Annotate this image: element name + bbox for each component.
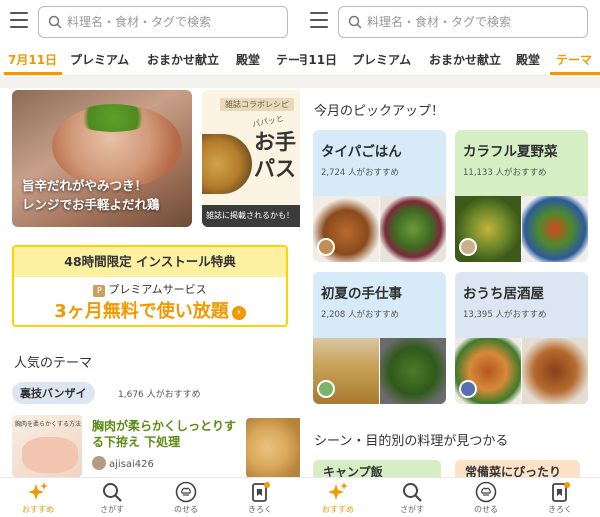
tab-hall-of-fame[interactable]: 殿堂 (236, 51, 260, 68)
hero-banner[interactable]: 旨辛だれがやみつき！ レンジでお手軽よだれ鶏 (12, 90, 192, 227)
tab-hall-of-fame[interactable]: 殿堂 (516, 51, 540, 68)
bookmark-icon (252, 482, 270, 502)
search-box[interactable] (38, 6, 288, 38)
theme-card-header: おうち居酒屋 13,395 人がおすすめ (455, 272, 588, 338)
active-tab-indicator (550, 72, 600, 75)
avatar (92, 456, 106, 470)
section-gap (300, 76, 600, 88)
chicken-image (22, 437, 78, 473)
pasta-image (202, 134, 252, 194)
theme-card-summer-vegetables[interactable]: カラフル夏野菜 11,133 人がおすすめ (455, 130, 588, 262)
search-box[interactable] (338, 6, 588, 38)
sparkle-icon (328, 482, 348, 500)
recipe-author[interactable]: ajisai426 (92, 456, 154, 470)
bottom-navigation: おすすめ さがす のせる きろく (0, 477, 300, 517)
theme-chip[interactable]: 裏技バンザイ (12, 382, 95, 404)
tab-today[interactable]: 7月11日 (300, 51, 337, 68)
promo-main-text: 3ヶ月無料で使い放題 › (14, 297, 286, 323)
install-promo-banner[interactable]: 48時間限定 インストール特典 P プレミアムサービス 3ヶ月無料で使い放題 › (12, 245, 288, 327)
tab-premium[interactable]: プレミアム (352, 51, 411, 68)
scene-card-jobisai[interactable]: 常備菜にぴったり (455, 460, 580, 477)
nav-search[interactable]: さがす (82, 481, 142, 515)
theme-card-photos (455, 196, 588, 262)
avatar (317, 380, 335, 398)
top-bar (0, 0, 300, 44)
recipe-thumbnail-2[interactable] (246, 418, 300, 478)
category-tabs: 7月11日 プレミアム おまかせ献立 殿堂 テーマ (300, 44, 600, 76)
avatar (459, 380, 477, 398)
popular-themes-heading: 人気のテーマ (14, 356, 93, 371)
search-icon (103, 483, 122, 502)
home-screen-right: 7月11日 プレミアム おまかせ献立 殿堂 テーマ 今月のピックアップ！ タイパ… (300, 0, 600, 517)
nav-post[interactable]: のせる (156, 481, 216, 515)
tab-omakase[interactable]: おまかせ献立 (429, 51, 501, 68)
theme-card-photos (313, 338, 446, 404)
bottom-navigation: おすすめ さがす のせる きろく (300, 477, 600, 517)
nav-record[interactable]: きろく (230, 481, 290, 515)
top-bar (300, 0, 600, 44)
theme-card-photos (455, 338, 588, 404)
thumbnail-caption: 胸肉を柔らかくする方法 (15, 421, 82, 428)
banner-title: お手 パス (254, 129, 296, 181)
search-icon (348, 15, 362, 29)
nav-recommend[interactable]: おすすめ (8, 481, 68, 515)
search-icon (403, 483, 422, 502)
chef-icon (175, 481, 197, 503)
avatar (459, 238, 477, 256)
tab-today[interactable]: 7月11日 (8, 51, 57, 68)
section-gap (0, 76, 300, 88)
nav-recommend[interactable]: おすすめ (308, 481, 368, 515)
bookmark-icon (552, 482, 570, 502)
recipe-thumbnail[interactable]: 胸肉を柔らかくする方法 (12, 415, 82, 477)
theme-card-photos (313, 196, 446, 262)
tab-theme[interactable]: テーマ (556, 51, 592, 68)
promo-subtitle: P プレミアムサービス (14, 281, 286, 297)
theme-card-early-summer[interactable]: 初夏の手仕事 2,208 人がおすすめ (313, 272, 446, 404)
menu-icon[interactable] (10, 12, 28, 28)
chef-icon (475, 481, 497, 503)
active-tab-indicator (4, 72, 62, 75)
search-icon (48, 15, 62, 29)
category-tabs: 7月11日 プレミアム おまかせ献立 殿堂 テーマ (0, 44, 300, 76)
theme-card-header: 初夏の手仕事 2,208 人がおすすめ (313, 272, 446, 338)
nav-search[interactable]: さがす (382, 481, 442, 515)
hero-caption: 旨辛だれがやみつき！ レンジでお手軽よだれ鶏 (22, 178, 160, 212)
avatar (317, 238, 335, 256)
search-input[interactable] (67, 7, 282, 37)
search-input[interactable] (367, 7, 582, 37)
recipe-title[interactable]: 胸肉が柔らかくしっとりする下拵え 下処理 (92, 418, 242, 450)
tab-omakase[interactable]: おまかせ献立 (147, 51, 219, 68)
scene-card-camp[interactable]: キャンプ飯 (313, 460, 441, 477)
nav-record[interactable]: きろく (530, 481, 590, 515)
scene-heading: シーン・目的別の料理が見つかる (314, 434, 509, 449)
tab-theme[interactable]: テーマ (276, 51, 300, 68)
banner-tag: 雑誌コラボレシピ (220, 98, 294, 111)
premium-icon: P (93, 285, 106, 297)
menu-icon[interactable] (310, 12, 328, 28)
theme-card-header: カラフル夏野菜 11,133 人がおすすめ (455, 130, 588, 196)
theme-card-header: タイパごはん 2,724 人がおすすめ (313, 130, 446, 196)
chevron-right-icon: › (231, 306, 246, 320)
theme-card-izakaya[interactable]: おうち居酒屋 13,395 人がおすすめ (455, 272, 588, 404)
banner-footer: 雑誌に掲載されるかも！ (202, 205, 300, 227)
promo-header: 48時間限定 インストール特典 (14, 247, 286, 277)
home-screen-left: 7月11日 プレミアム おまかせ献立 殿堂 テーマ 旨辛だれがやみつき！ レンジ… (0, 0, 300, 517)
pasta-banner[interactable]: 雑誌コラボレシピ パパッと お手 パス 雑誌に掲載されるかも！ (202, 90, 300, 227)
sparkle-icon (28, 482, 48, 500)
tab-premium[interactable]: プレミアム (70, 51, 129, 68)
dish-garnish (74, 104, 152, 132)
monthly-pickup-heading: 今月のピックアップ！ (314, 104, 445, 119)
theme-recommend-count: 1,676 人がおすすめ (118, 390, 201, 400)
nav-post[interactable]: のせる (456, 481, 516, 515)
theme-card-taipa[interactable]: タイパごはん 2,724 人がおすすめ (313, 130, 446, 262)
